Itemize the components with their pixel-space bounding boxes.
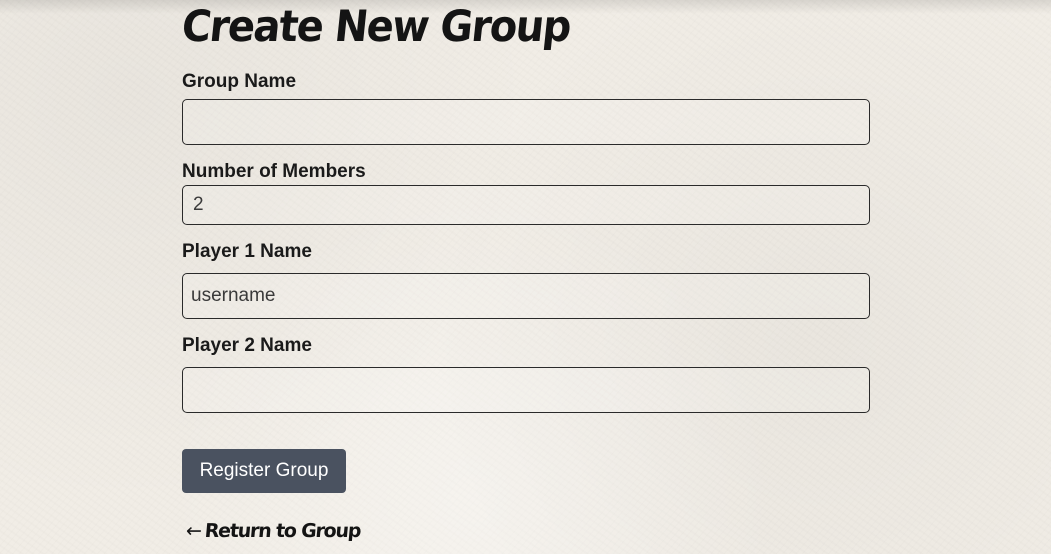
group-name-input[interactable] (182, 99, 870, 145)
player2-name-input[interactable] (182, 367, 870, 413)
player1-name-label: Player 1 Name (182, 241, 312, 262)
player1-name-input[interactable] (182, 273, 870, 319)
member-count-input[interactable] (182, 185, 870, 225)
member-count-label: Number of Members (182, 161, 366, 182)
group-name-label: Group Name (182, 71, 297, 92)
player2-name-label: Player 2 Name (182, 335, 312, 356)
return-to-group-link[interactable]: ← Return to Group (185, 520, 361, 542)
arrow-left-icon: ← (185, 520, 202, 542)
return-to-group-label: Return to Group (203, 520, 362, 542)
page-title: Create New Group (179, 2, 573, 52)
register-group-button[interactable]: Register Group (182, 449, 346, 493)
